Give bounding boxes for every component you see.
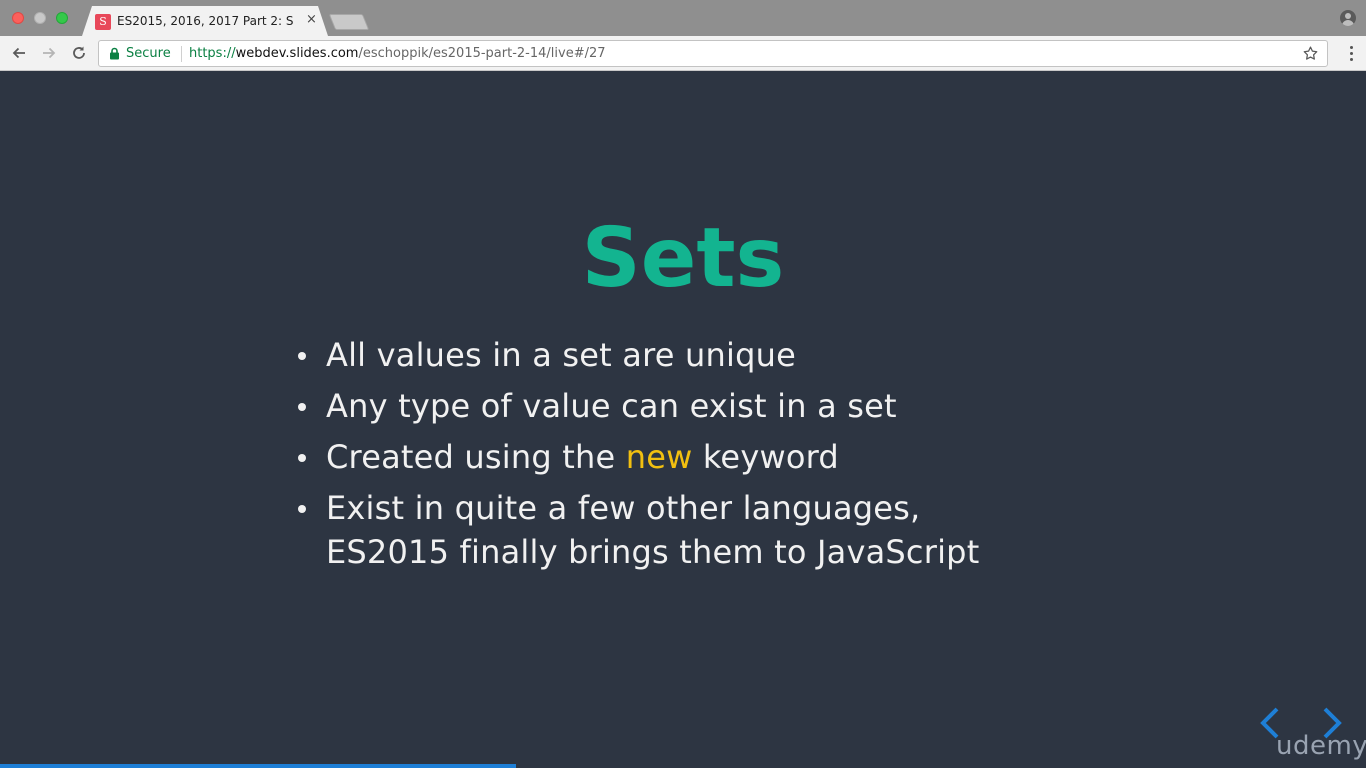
menu-icon[interactable] (1350, 46, 1354, 62)
bullet-text-line1: Exist in quite a few other languages, (326, 489, 921, 527)
reload-button[interactable] (68, 42, 90, 64)
slide-title: Sets (581, 211, 785, 306)
tab-strip: S ES2015, 2016, 2017 Part 2: S × (0, 0, 1366, 36)
address-bar[interactable]: Secure https://webdev.slides.com/eschopp… (98, 40, 1328, 67)
security-label: Secure (126, 46, 171, 61)
url-scheme: https:// (189, 46, 236, 61)
bullet-item: Any type of value can exist in a set (296, 384, 1056, 428)
slide-progress-fill (0, 764, 517, 768)
url-host: webdev.slides.com (235, 46, 359, 61)
new-tab-button[interactable] (328, 14, 370, 30)
bullet-text: Created using the (326, 438, 626, 476)
udemy-watermark: udemy (1276, 731, 1366, 761)
tab-close-icon[interactable]: × (306, 13, 317, 27)
tab-title: ES2015, 2016, 2017 Part 2: S (117, 14, 294, 28)
forward-arrow-icon (43, 47, 56, 59)
slides-favicon-icon: S (95, 14, 111, 30)
bullet-item: All values in a set are unique (296, 333, 1056, 377)
browser-tab-active[interactable]: S ES2015, 2016, 2017 Part 2: S × (82, 6, 328, 36)
minimize-window-icon[interactable] (34, 12, 46, 24)
url-path: /eschoppik/es2015-part-2-14/live#/27 (358, 46, 606, 61)
url-text[interactable]: https://webdev.slides.com/eschoppik/es20… (189, 46, 606, 62)
bullet-text-line2: ES2015 finally brings them to JavaScript (326, 533, 980, 571)
profile-icon[interactable] (1340, 10, 1356, 26)
address-divider (181, 46, 182, 62)
bullet-text: keyword (692, 438, 839, 476)
lock-icon (110, 47, 119, 60)
star-icon[interactable] (1302, 45, 1319, 62)
back-arrow-icon (12, 47, 25, 59)
forward-button[interactable] (38, 42, 60, 64)
maximize-window-icon[interactable] (56, 12, 68, 24)
slide-progress-bar (0, 764, 1366, 768)
keyword-new: new (625, 438, 693, 476)
browser-toolbar: Secure https://webdev.slides.com/eschopp… (0, 36, 1366, 71)
bullet-list: All values in a set are unique Any type … (296, 333, 1056, 581)
reload-icon (73, 46, 85, 59)
back-button[interactable] (8, 42, 30, 64)
slide: Sets All values in a set are unique Any … (0, 71, 1366, 768)
bullet-item: Exist in quite a few other languages, ES2… (296, 486, 1056, 574)
close-window-icon[interactable] (12, 12, 24, 24)
bullet-item: Created using the new keyword (296, 435, 1056, 479)
